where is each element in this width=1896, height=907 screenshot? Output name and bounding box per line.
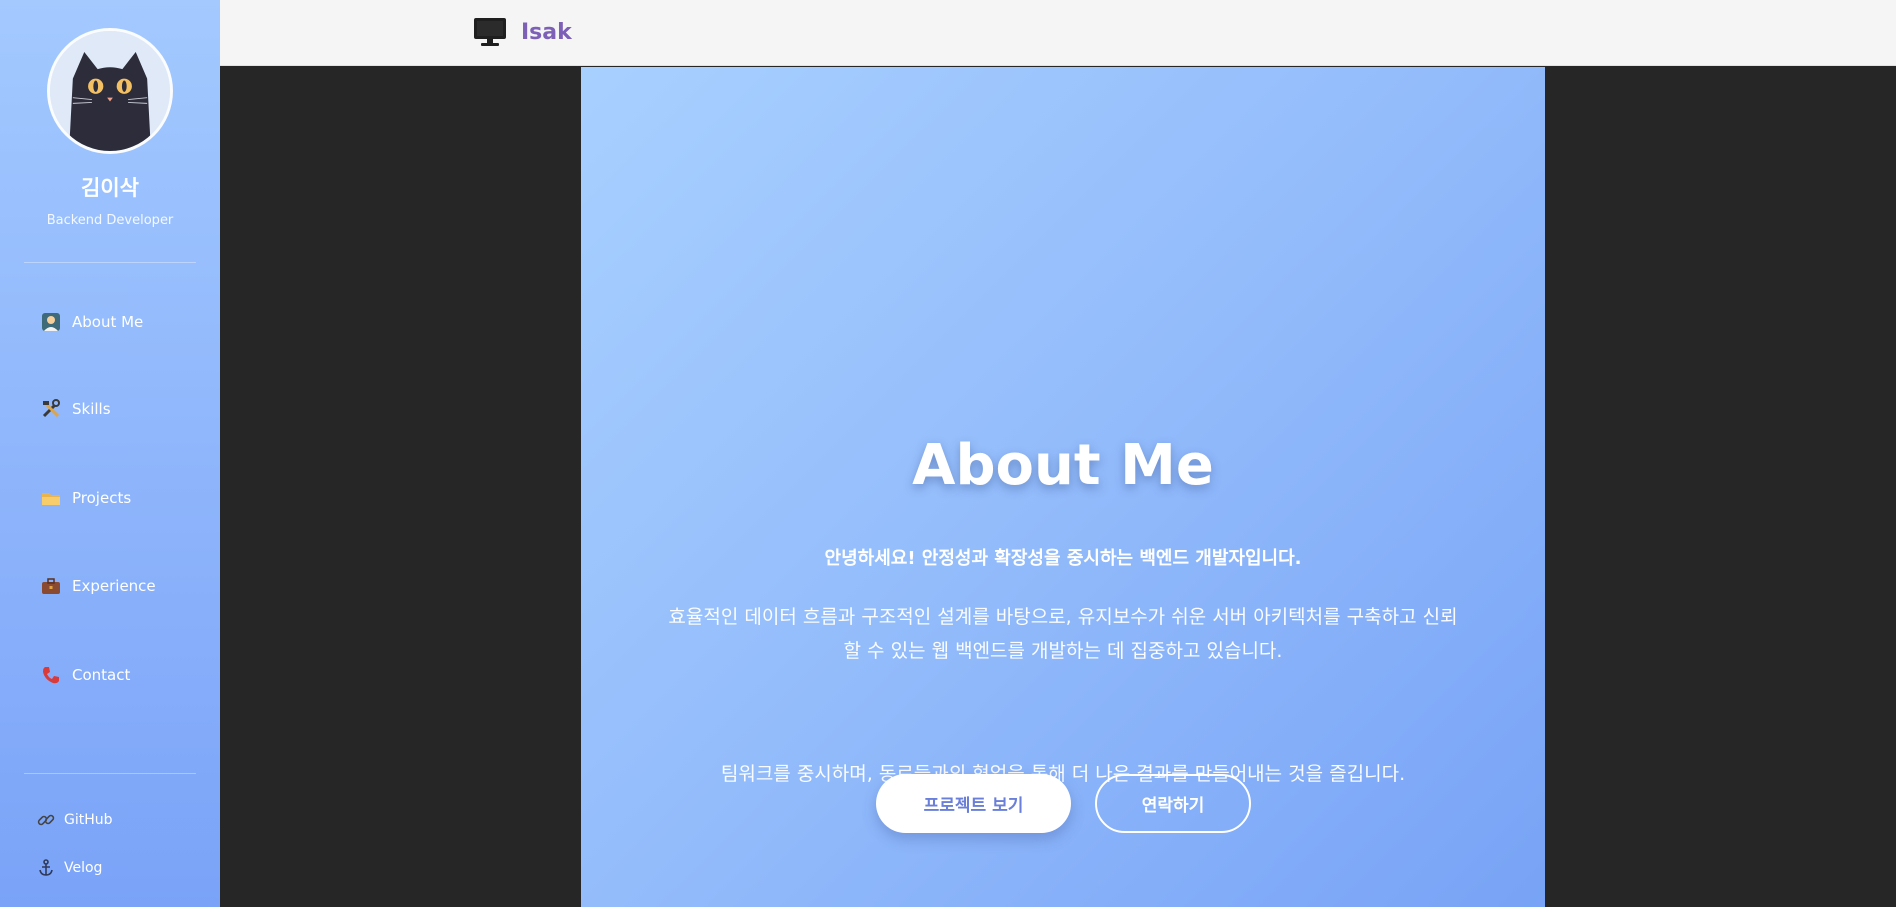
profile-role: Backend Developer <box>46 213 174 228</box>
velog-link-label: Velog <box>64 860 103 876</box>
velog-link[interactable]: Velog <box>36 856 102 880</box>
link-icon <box>36 810 56 830</box>
black-cat-avatar-icon <box>50 31 170 151</box>
anchor-icon <box>36 858 56 878</box>
sidebar-item-label: Experience <box>72 577 156 595</box>
view-projects-button[interactable]: 프로젝트 보기 <box>876 774 1071 833</box>
sidebar-item-label: Projects <box>72 489 132 507</box>
top-header: Isak <box>220 0 1896 66</box>
sidebar-item-experience[interactable]: Experience <box>40 573 156 599</box>
person-portrait-icon <box>40 311 62 333</box>
sidebar-item-contact[interactable]: Contact <box>40 662 130 688</box>
github-link[interactable]: GitHub <box>36 808 113 832</box>
sidebar-divider-bottom <box>24 773 196 774</box>
intro-lead: 안녕하세요! 안정성과 확장성을 중시하는 백엔드 개발자입니다. <box>824 548 1302 569</box>
folder-icon <box>40 487 62 509</box>
sidebar: 김이삭 Backend Developer About Me Skills Pr… <box>0 0 220 907</box>
sidebar-item-label: Contact <box>72 666 131 684</box>
profile-name: 김이삭 <box>81 176 139 200</box>
intro-description: 효율적인 데이터 흐름과 구조적인 설계를 바탕으로, 유지보수가 쉬운 서버 … <box>668 606 1458 662</box>
intro-teamwork: 팀워크를 중시하며, 동료들과의 협업을 통해 더 나은 결과를 만들어내는 것… <box>720 763 1406 785</box>
sidebar-item-skills[interactable]: Skills <box>40 396 111 422</box>
sidebar-divider-top <box>24 262 196 263</box>
brand-name: Isak <box>521 19 572 45</box>
avatar <box>47 28 173 154</box>
page-title: About Me <box>912 433 1214 498</box>
about-me-section: About Me 안녕하세요! 안정성과 확장성을 중시하는 백엔드 개발자입니… <box>581 67 1545 907</box>
github-link-label: GitHub <box>64 812 113 828</box>
sidebar-item-label: Skills <box>72 400 111 418</box>
tools-icon <box>40 398 62 420</box>
contact-button[interactable]: 연락하기 <box>1095 774 1251 833</box>
sidebar-item-label: About Me <box>72 313 144 331</box>
sidebar-item-about-me[interactable]: About Me <box>40 309 143 335</box>
sidebar-item-projects[interactable]: Projects <box>40 485 131 511</box>
phone-icon <box>40 664 62 686</box>
monitor-icon <box>474 18 506 46</box>
briefcase-icon <box>40 575 62 597</box>
brand-link[interactable]: Isak <box>473 17 572 47</box>
